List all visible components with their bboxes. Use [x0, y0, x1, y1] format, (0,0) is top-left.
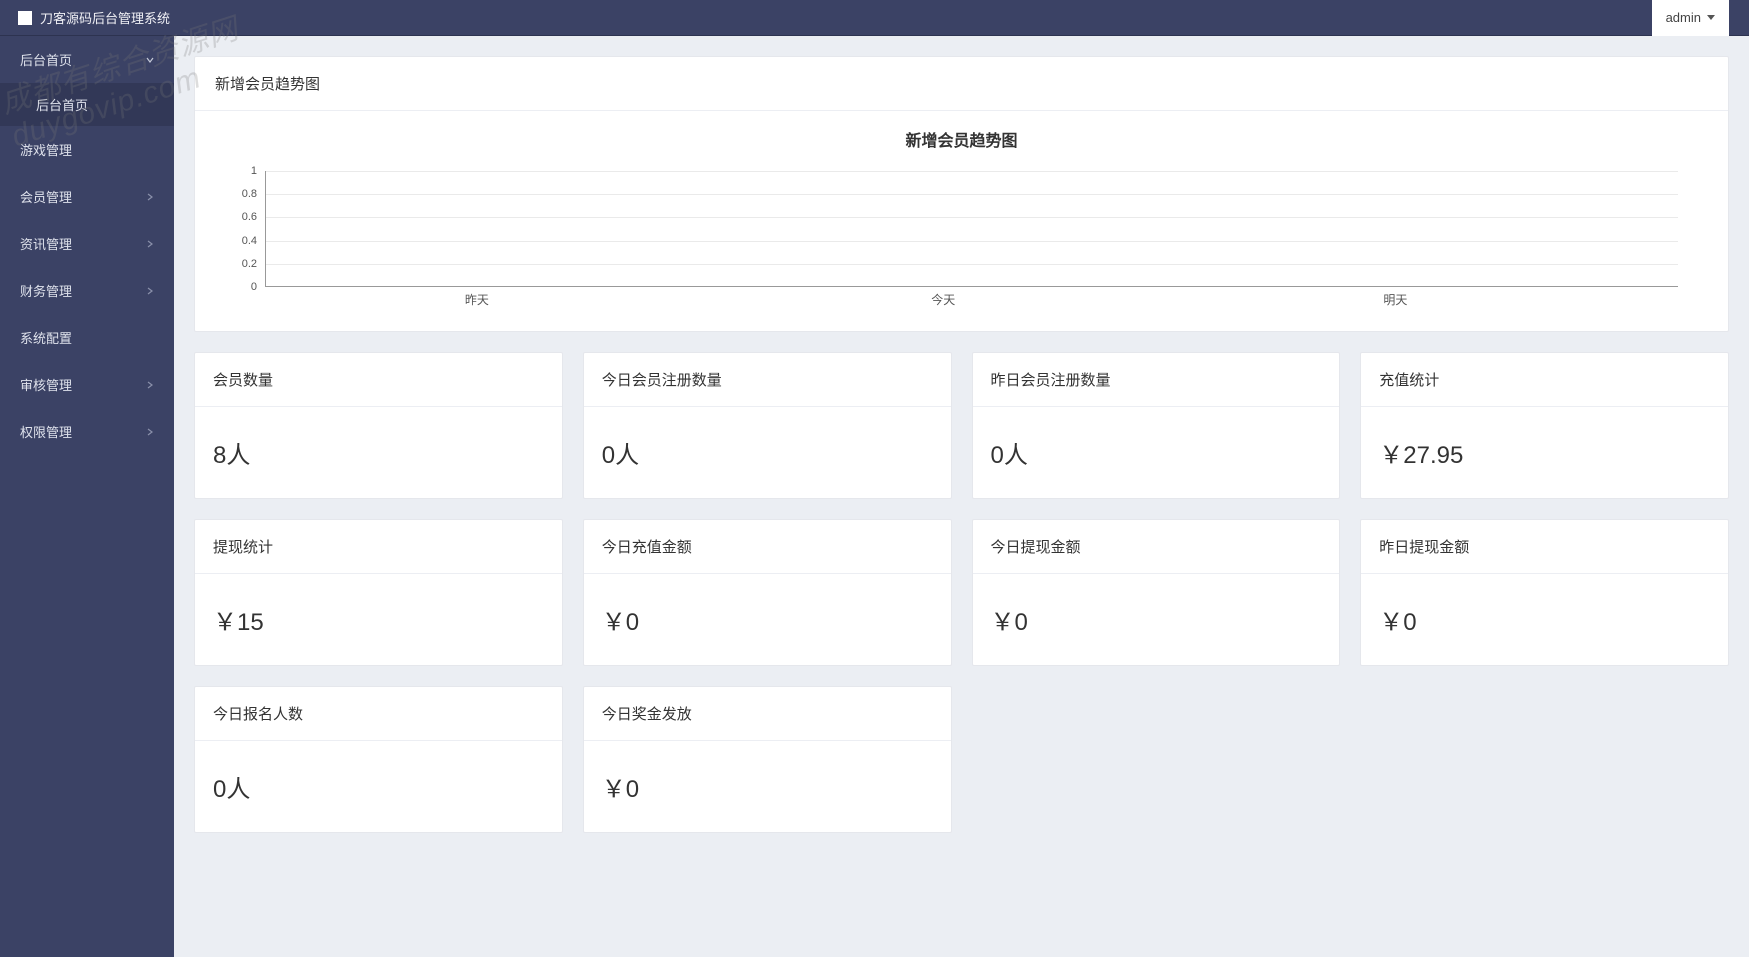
logo-icon: [18, 11, 32, 25]
stat-title: 今日充值金额: [584, 520, 951, 574]
stat-value: ￥0: [973, 574, 1340, 665]
grid-line: [265, 171, 1678, 172]
caret-down-icon: [1707, 15, 1715, 20]
stats-grid: 会员数量 8人 今日会员注册数量 0人 昨日会员注册数量 0人 充值统计 ￥27…: [194, 352, 1729, 833]
stat-value: 0人: [195, 741, 562, 832]
chevron-right-icon: [146, 193, 154, 201]
stat-value: ￥0: [584, 574, 951, 665]
y-axis: 1 0.8 0.6 0.4 0.2 0: [223, 171, 263, 287]
y-tick: 0.2: [242, 258, 257, 270]
app-title: 刀客源码后台管理系统: [40, 8, 170, 27]
grid-line: [265, 194, 1678, 195]
main-content: 新增会员趋势图 新增会员趋势图 1 0.8 0.6 0.4 0.2 0: [174, 36, 1749, 957]
stat-card-today-signup: 今日报名人数 0人: [194, 686, 563, 833]
chart-panel-body: 新增会员趋势图 1 0.8 0.6 0.4 0.2 0: [195, 111, 1728, 331]
stat-card-withdraw-total: 提现统计 ￥15: [194, 519, 563, 666]
grid-line: [265, 264, 1678, 265]
sidebar-sub-home[interactable]: 后台首页: [0, 83, 174, 126]
chevron-right-icon: [146, 287, 154, 295]
x-labels: 昨天 今天 明天: [265, 291, 1678, 311]
stat-card-yesterday-register: 昨日会员注册数量 0人: [972, 352, 1341, 499]
stat-card-today-withdraw: 今日提现金额 ￥0: [972, 519, 1341, 666]
stat-value: ￥0: [1361, 574, 1728, 665]
sidebar-item-member[interactable]: 会员管理: [0, 173, 174, 220]
chart-panel-header: 新增会员趋势图: [195, 57, 1728, 111]
stat-value: ￥0: [584, 741, 951, 832]
x-axis-line: [265, 286, 1678, 287]
sidebar-item-game[interactable]: 游戏管理: [0, 126, 174, 173]
sidebar-item-audit[interactable]: 审核管理: [0, 361, 174, 408]
stat-value: 8人: [195, 407, 562, 498]
stat-title: 今日报名人数: [195, 687, 562, 741]
chart-panel: 新增会员趋势图 新增会员趋势图 1 0.8 0.6 0.4 0.2 0: [194, 56, 1729, 332]
chart-title: 新增会员趋势图: [215, 127, 1708, 151]
sidebar-item-news[interactable]: 资讯管理: [0, 220, 174, 267]
sidebar-item-label: 权限管理: [20, 422, 72, 441]
x-label: 昨天: [465, 291, 489, 308]
grid-line: [265, 217, 1678, 218]
sidebar-item-permission[interactable]: 权限管理: [0, 408, 174, 455]
stat-value: ￥15: [195, 574, 562, 665]
sidebar-item-label: 财务管理: [20, 281, 72, 300]
app-header: 刀客源码后台管理系统 admin: [0, 0, 1749, 36]
stat-title: 昨日提现金额: [1361, 520, 1728, 574]
sidebar-item-label: 会员管理: [20, 187, 72, 206]
stat-value: 0人: [973, 407, 1340, 498]
x-label: 明天: [1383, 291, 1407, 308]
stat-card-today-bonus: 今日奖金发放 ￥0: [583, 686, 952, 833]
stat-card-today-register: 今日会员注册数量 0人: [583, 352, 952, 499]
stat-title: 会员数量: [195, 353, 562, 407]
chevron-right-icon: [146, 240, 154, 248]
y-axis-line: [265, 171, 266, 287]
grid-line: [265, 241, 1678, 242]
chart-area: 1 0.8 0.6 0.4 0.2 0 昨天: [265, 171, 1678, 311]
stat-card-recharge-total: 充值统计 ￥27.95: [1360, 352, 1729, 499]
sidebar-item-system[interactable]: 系统配置: [0, 314, 174, 361]
user-menu[interactable]: admin: [1652, 0, 1729, 36]
y-tick: 0: [251, 281, 257, 293]
sidebar-item-label: 资讯管理: [20, 234, 72, 253]
sidebar-item-label: 游戏管理: [20, 140, 72, 159]
stat-title: 昨日会员注册数量: [973, 353, 1340, 407]
stat-title: 充值统计: [1361, 353, 1728, 407]
y-tick: 0.6: [242, 211, 257, 223]
y-tick: 1: [251, 165, 257, 177]
y-tick: 0.4: [242, 235, 257, 247]
stat-title: 提现统计: [195, 520, 562, 574]
header-left: 刀客源码后台管理系统: [0, 8, 170, 27]
sidebar-item-label: 系统配置: [20, 328, 72, 347]
stat-card-today-recharge: 今日充值金额 ￥0: [583, 519, 952, 666]
stat-value: ￥27.95: [1361, 407, 1728, 498]
stat-title: 今日奖金发放: [584, 687, 951, 741]
chevron-down-icon: [146, 56, 154, 64]
x-label: 今天: [931, 291, 955, 308]
user-name: admin: [1666, 10, 1701, 25]
stat-value: 0人: [584, 407, 951, 498]
stat-title: 今日提现金额: [973, 520, 1340, 574]
chevron-right-icon: [146, 381, 154, 389]
sidebar-sub-label: 后台首页: [36, 98, 88, 113]
sidebar-item-label: 审核管理: [20, 375, 72, 394]
y-tick: 0.8: [242, 188, 257, 200]
sidebar: 后台首页 后台首页 游戏管理 会员管理 资讯管理 财务管理: [0, 36, 174, 957]
stat-title: 今日会员注册数量: [584, 353, 951, 407]
sidebar-item-label: 后台首页: [20, 50, 72, 69]
sidebar-item-finance[interactable]: 财务管理: [0, 267, 174, 314]
stat-card-yesterday-withdraw: 昨日提现金额 ￥0: [1360, 519, 1729, 666]
chevron-right-icon: [146, 428, 154, 436]
sidebar-item-home[interactable]: 后台首页: [0, 36, 174, 83]
stat-card-member-count: 会员数量 8人: [194, 352, 563, 499]
